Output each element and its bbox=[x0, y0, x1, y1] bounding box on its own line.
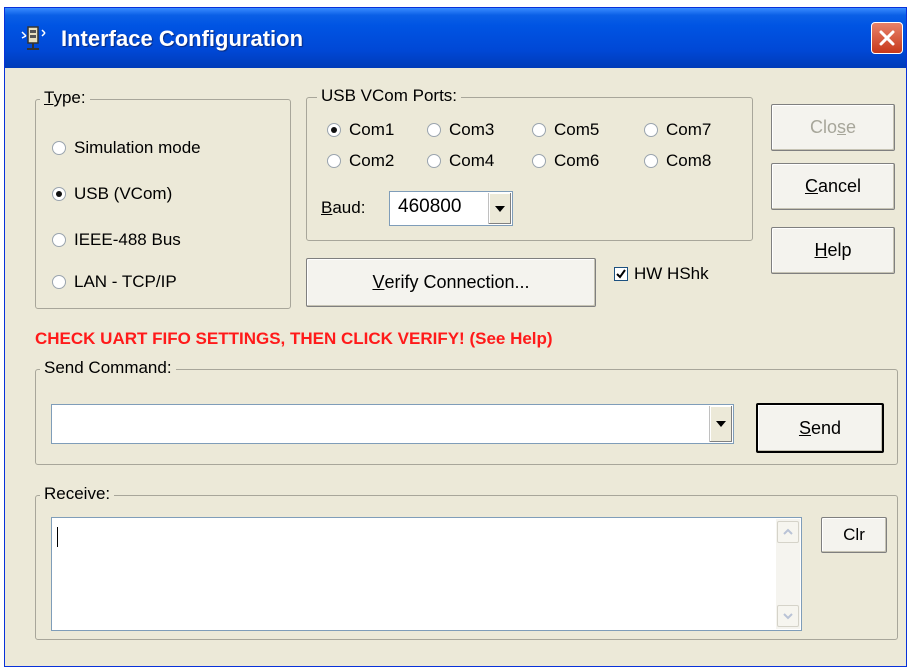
hw-handshake-checkbox[interactable]: HW HShk bbox=[614, 264, 709, 284]
type-legend: Type: bbox=[40, 88, 90, 108]
type-groupbox: Type: Simulation mode USB (VCom) IEEE-48… bbox=[35, 88, 291, 309]
window-title: Interface Configuration bbox=[61, 26, 304, 51]
radio-label: USB (VCom) bbox=[74, 184, 173, 203]
radio-lan-tcpip[interactable]: LAN - TCP/IP bbox=[52, 272, 177, 292]
radio-circle bbox=[327, 123, 341, 137]
radio-circle bbox=[644, 154, 658, 168]
receive-textarea[interactable] bbox=[51, 517, 802, 631]
radio-usb-vcom[interactable]: USB (VCom) bbox=[52, 184, 172, 204]
radio-circle bbox=[52, 187, 66, 201]
text-caret bbox=[57, 527, 58, 547]
help-button[interactable]: Help bbox=[771, 227, 895, 274]
radio-circle bbox=[644, 123, 658, 137]
usb-vcom-groupbox: USB VCom Ports: Com1 Com3 Com5 Com7 Com2… bbox=[306, 86, 753, 241]
verify-connection-button[interactable]: Verify Connection... bbox=[306, 258, 596, 307]
radio-circle bbox=[532, 154, 546, 168]
radio-label: Com6 bbox=[554, 151, 600, 170]
receive-scrollbar[interactable] bbox=[776, 519, 800, 629]
radio-com7[interactable]: Com7 bbox=[644, 120, 711, 140]
scroll-down-button[interactable] bbox=[777, 605, 799, 627]
chevron-down-icon bbox=[716, 421, 726, 427]
interface-config-window: Interface Configuration Type: Simulation… bbox=[4, 7, 907, 667]
baud-label: Baud: bbox=[321, 198, 366, 217]
radio-label: Com7 bbox=[666, 120, 712, 139]
receive-groupbox: Receive: Clr bbox=[35, 484, 898, 640]
radio-circle bbox=[52, 233, 66, 247]
cancel-button[interactable]: Cancel bbox=[771, 163, 895, 210]
baud-value: 460800 bbox=[398, 196, 462, 217]
radio-com8[interactable]: Com8 bbox=[644, 151, 711, 171]
radio-label: Com2 bbox=[349, 151, 395, 170]
baud-select[interactable]: 460800 bbox=[389, 191, 513, 226]
warning-message: CHECK UART FIFO SETTINGS, THEN CLICK VER… bbox=[35, 329, 553, 348]
send-command-legend: Send Command: bbox=[40, 358, 176, 378]
receive-legend: Receive: bbox=[40, 484, 115, 504]
baud-dropdown-button[interactable] bbox=[488, 193, 511, 224]
close-button[interactable]: Clo s e bbox=[771, 104, 895, 151]
send-command-dropdown-button[interactable] bbox=[709, 406, 732, 442]
radio-label: Com3 bbox=[449, 120, 495, 139]
checkbox-box bbox=[614, 267, 628, 281]
radio-com1[interactable]: Com1 bbox=[327, 120, 394, 140]
radio-circle bbox=[52, 275, 66, 289]
radio-ieee-488[interactable]: IEEE-488 Bus bbox=[52, 230, 181, 250]
radio-circle bbox=[52, 141, 66, 155]
chevron-up-icon bbox=[783, 528, 793, 535]
title-bar[interactable]: Interface Configuration bbox=[5, 8, 906, 68]
radio-label: Com4 bbox=[449, 151, 495, 170]
radio-label: Com5 bbox=[554, 120, 600, 139]
radio-com4[interactable]: Com4 bbox=[427, 151, 494, 171]
send-button[interactable]: Send bbox=[756, 403, 884, 453]
radio-circle bbox=[327, 154, 341, 168]
radio-simulation-mode[interactable]: Simulation mode bbox=[52, 138, 201, 158]
radio-com2[interactable]: Com2 bbox=[327, 151, 394, 171]
close-icon bbox=[879, 30, 895, 46]
chevron-down-icon bbox=[783, 613, 793, 620]
radio-com3[interactable]: Com3 bbox=[427, 120, 494, 140]
usb-vcom-legend: USB VCom Ports: bbox=[317, 86, 462, 106]
app-icon bbox=[21, 26, 46, 50]
hw-handshake-label: HW HShk bbox=[634, 264, 709, 283]
radio-com5[interactable]: Com5 bbox=[532, 120, 599, 140]
checkmark-icon bbox=[616, 269, 626, 279]
radio-label: LAN - TCP/IP bbox=[74, 272, 177, 291]
radio-label: Simulation mode bbox=[74, 138, 201, 157]
radio-label: Com1 bbox=[349, 120, 395, 139]
radio-com6[interactable]: Com6 bbox=[532, 151, 599, 171]
radio-circle bbox=[532, 123, 546, 137]
send-command-input[interactable] bbox=[51, 404, 734, 444]
radio-circle bbox=[427, 154, 441, 168]
radio-label: Com8 bbox=[666, 151, 712, 170]
radio-label: IEEE-488 Bus bbox=[74, 230, 181, 249]
scroll-up-button[interactable] bbox=[777, 521, 799, 543]
close-window-button[interactable] bbox=[871, 22, 903, 54]
radio-circle bbox=[427, 123, 441, 137]
send-command-groupbox: Send Command: Send bbox=[35, 358, 898, 465]
clr-button[interactable]: Clr bbox=[821, 517, 887, 553]
chevron-down-icon bbox=[495, 205, 505, 212]
